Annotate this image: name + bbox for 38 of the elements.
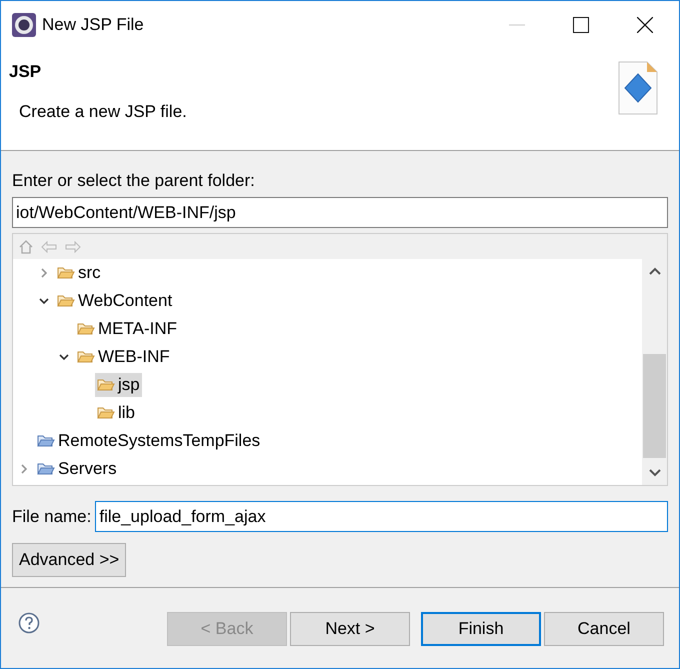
dialog-button[interactable]: Finish xyxy=(421,612,541,646)
help-icon[interactable] xyxy=(18,612,40,634)
folder-icon xyxy=(57,266,75,280)
app-icon xyxy=(12,12,36,36)
tree-item[interactable]: lib xyxy=(95,401,138,425)
window-title: New JSP File xyxy=(42,14,144,34)
tree-item[interactable]: RemoteSystemsTempFiles xyxy=(35,429,262,453)
scroll-up-icon[interactable] xyxy=(648,267,660,275)
tree-item[interactable]: WebContent xyxy=(55,289,174,313)
page-title: JSP xyxy=(9,62,42,82)
folder-icon xyxy=(97,378,115,392)
maximize-icon[interactable] xyxy=(573,16,589,32)
tree-item[interactable]: src xyxy=(55,261,103,285)
tree-item[interactable]: META-INF xyxy=(75,317,180,341)
home-icon[interactable] xyxy=(19,240,33,254)
tree-item[interactable]: jsp xyxy=(95,373,142,397)
page-description: Create a new JSP file. xyxy=(18,102,187,122)
tree-item[interactable]: Servers xyxy=(35,457,119,481)
scrollbar-thumb[interactable] xyxy=(643,354,666,458)
folder-icon xyxy=(57,294,75,308)
scrollbar[interactable] xyxy=(642,259,667,485)
advanced-button[interactable]: Advanced >> xyxy=(12,543,126,577)
forward-arrow-icon[interactable] xyxy=(65,240,81,252)
scroll-down-icon[interactable] xyxy=(648,469,660,477)
back-arrow-icon[interactable] xyxy=(41,240,57,252)
folder-path-field[interactable]: iot/WebContent/WEB-INF/jsp xyxy=(12,197,668,228)
dialog-button[interactable]: Cancel xyxy=(544,612,664,646)
project-folder-icon xyxy=(37,434,55,448)
field-label: File name: xyxy=(12,506,92,526)
folder-icon xyxy=(77,350,95,364)
dialog-button[interactable]: Next > xyxy=(290,612,410,646)
close-icon[interactable] xyxy=(637,16,653,32)
file-name-field[interactable]: file_upload_form_ajax xyxy=(95,501,668,532)
folder-icon xyxy=(97,406,115,420)
project-folder-icon xyxy=(37,462,55,476)
tree-item[interactable]: WEB-INF xyxy=(75,345,172,369)
field-label: Enter or select the parent folder: xyxy=(12,171,256,192)
folder-icon xyxy=(77,322,95,336)
